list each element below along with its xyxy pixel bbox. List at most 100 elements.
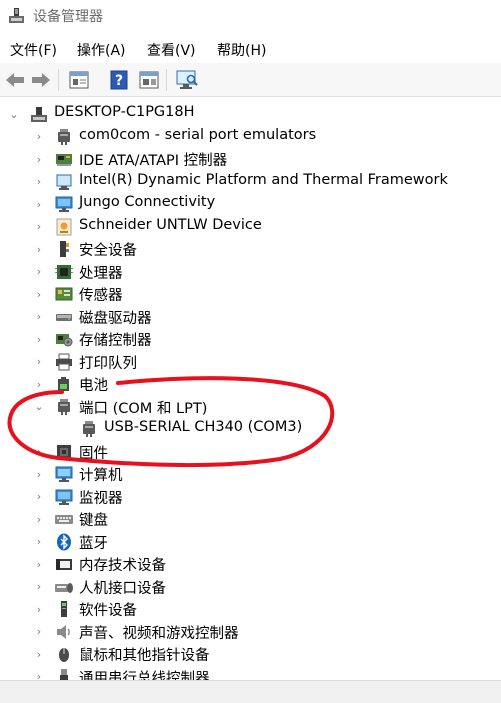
tree-node-label: 蓝牙 bbox=[79, 535, 108, 552]
tree-node-label: com0com - serial port emulators bbox=[79, 126, 317, 143]
menu-action[interactable]: 操作(A) bbox=[77, 40, 126, 60]
tree-category-node[interactable]: › Intel(R) Dynamic Platform and Thermal F… bbox=[0, 171, 501, 193]
tree-category-node[interactable]: › 存储控制器 bbox=[0, 328, 501, 350]
tree-category-node[interactable]: › 声音、视频和游戏控制器 bbox=[0, 621, 501, 643]
expand-chevron-icon[interactable]: › bbox=[33, 444, 45, 460]
menu-help[interactable]: 帮助(H) bbox=[217, 40, 266, 60]
collapse-chevron-icon[interactable]: ⌄ bbox=[8, 106, 20, 122]
tree-category-node[interactable]: › 键盘 bbox=[0, 508, 501, 530]
expand-chevron-icon[interactable]: › bbox=[33, 174, 45, 190]
tree-node-label: IDE ATA/ATAPI 控制器 bbox=[79, 153, 228, 169]
tree-node-label: 监视器 bbox=[79, 490, 123, 507]
tree-category-node[interactable]: › 打印队列 bbox=[0, 351, 501, 373]
tree-category-node[interactable]: › 通用串行总线控制器 bbox=[0, 666, 501, 681]
keyboard-icon bbox=[55, 510, 73, 528]
expand-chevron-icon[interactable]: › bbox=[33, 219, 45, 235]
tree-category-node[interactable]: › 电池 bbox=[0, 373, 501, 395]
port-icon bbox=[55, 128, 73, 146]
expand-chevron-icon[interactable]: › bbox=[33, 489, 45, 505]
tree-category-node[interactable]: › IDE ATA/ATAPI 控制器 bbox=[0, 148, 501, 170]
usb-icon bbox=[55, 668, 73, 680]
expand-chevron-icon[interactable]: › bbox=[33, 241, 45, 257]
tree-category-node[interactable]: › 处理器 bbox=[0, 261, 501, 283]
expand-chevron-icon[interactable]: › bbox=[33, 556, 45, 572]
menu-view[interactable]: 查看(V) bbox=[147, 40, 196, 60]
tree-category-node[interactable]: › 固件 bbox=[0, 441, 501, 463]
device-manager-app-icon bbox=[9, 8, 24, 23]
tree-category-node[interactable]: › Jungo Connectivity bbox=[0, 193, 501, 215]
expand-chevron-icon[interactable]: › bbox=[33, 669, 45, 680]
expand-chevron-icon[interactable]: › bbox=[33, 646, 45, 662]
expand-chevron-icon[interactable]: › bbox=[33, 354, 45, 370]
tree-category-node[interactable]: › 计算机 bbox=[0, 463, 501, 485]
expand-chevron-icon[interactable]: › bbox=[33, 511, 45, 527]
sensor-icon bbox=[55, 285, 73, 303]
tree-node-label: 通用串行总线控制器 bbox=[79, 670, 210, 681]
ide-controller-icon bbox=[55, 150, 73, 168]
expand-chevron-icon[interactable]: › bbox=[33, 129, 45, 145]
expand-chevron-icon[interactable]: › bbox=[33, 624, 45, 640]
expand-chevron-icon[interactable]: › bbox=[33, 579, 45, 595]
collapse-chevron-icon[interactable]: ⌄ bbox=[33, 399, 45, 415]
tree-node-label: 处理器 bbox=[79, 265, 123, 282]
tree-node-label: 键盘 bbox=[79, 513, 108, 529]
properties-icon[interactable] bbox=[68, 69, 90, 91]
expand-chevron-icon[interactable]: › bbox=[33, 196, 45, 212]
tree-node-label: 安全设备 bbox=[79, 243, 137, 259]
disk-drive-icon bbox=[55, 308, 73, 326]
expand-chevron-icon[interactable]: › bbox=[33, 286, 45, 302]
tree-node-label: 鼠标和其他指针设备 bbox=[79, 648, 210, 664]
device-tree: ⌄ DESKTOP-C1PG18H › com0com - serial port e… bbox=[0, 101, 501, 680]
tree-node-label: 传感器 bbox=[79, 288, 123, 304]
expand-chevron-icon[interactable]: › bbox=[33, 376, 45, 392]
memory-device-icon bbox=[55, 555, 73, 573]
expand-chevron-icon[interactable]: › bbox=[33, 331, 45, 347]
expand-chevron-icon[interactable]: › bbox=[33, 264, 45, 280]
status-bar bbox=[0, 680, 501, 703]
tree-node-label: Schneider UNTLW Device bbox=[79, 216, 262, 233]
expand-chevron-icon[interactable]: › bbox=[33, 601, 45, 617]
tree-category-node[interactable]: › 人机接口设备 bbox=[0, 576, 501, 598]
printer-icon bbox=[55, 353, 73, 371]
tree-category-node[interactable]: › 磁盘驱动器 bbox=[0, 306, 501, 328]
help-icon[interactable]: ? bbox=[108, 69, 130, 91]
scan-hardware-icon[interactable] bbox=[176, 69, 198, 91]
tree-root-node[interactable]: ⌄ DESKTOP-C1PG18H bbox=[0, 103, 501, 125]
menu-file[interactable]: 文件(F) bbox=[10, 40, 57, 60]
monitor-icon bbox=[55, 195, 73, 213]
view-icon[interactable] bbox=[138, 69, 160, 91]
tree-category-node[interactable]: › 内存技术设备 bbox=[0, 553, 501, 575]
tree-category-node[interactable]: › com0com - serial port emulators bbox=[0, 126, 501, 148]
expand-chevron-icon[interactable]: › bbox=[33, 466, 45, 482]
tree-node-label: DESKTOP-C1PG18H bbox=[54, 104, 195, 120]
tree-category-node[interactable]: › 传感器 bbox=[0, 283, 501, 305]
expand-chevron-icon[interactable]: › bbox=[33, 534, 45, 550]
toolbar-separator bbox=[166, 69, 167, 91]
security-device-icon bbox=[55, 240, 73, 258]
expand-chevron-icon[interactable]: › bbox=[33, 309, 45, 325]
tree-node-label: 打印队列 bbox=[79, 355, 137, 372]
forward-arrow-icon[interactable] bbox=[30, 69, 52, 91]
tree-category-node[interactable]: › 监视器 bbox=[0, 486, 501, 508]
title-bar: 设备管理器 bbox=[0, 0, 501, 33]
tree-category-node[interactable]: › 安全设备 bbox=[0, 238, 501, 260]
schneider-device-icon bbox=[55, 218, 73, 236]
tree-device-node[interactable]: USB-SERIAL CH340 (COM3) bbox=[0, 418, 501, 440]
processor-icon bbox=[55, 263, 73, 281]
back-arrow-icon[interactable] bbox=[4, 69, 26, 91]
tree-category-node[interactable]: › 鼠标和其他指针设备 bbox=[0, 643, 501, 665]
tree-node-label: Jungo Connectivity bbox=[79, 194, 216, 210]
port-icon bbox=[55, 398, 73, 416]
svg-text:?: ? bbox=[115, 73, 123, 89]
tree-category-node[interactable]: ⌄ 端口 (COM 和 LPT) bbox=[0, 396, 501, 418]
tree-category-node[interactable]: › 蓝牙 bbox=[0, 531, 501, 553]
tree-node-label: 内存技术设备 bbox=[79, 558, 166, 574]
expand-chevron-icon[interactable]: › bbox=[33, 151, 45, 167]
computer-icon bbox=[55, 465, 73, 483]
monitor-icon bbox=[55, 488, 73, 506]
mouse-icon bbox=[55, 645, 73, 663]
tree-node-label: 电池 bbox=[79, 378, 108, 394]
tree-node-label: 计算机 bbox=[79, 468, 123, 484]
tree-category-node[interactable]: › 软件设备 bbox=[0, 598, 501, 620]
tree-category-node[interactable]: › Schneider UNTLW Device bbox=[0, 216, 501, 238]
